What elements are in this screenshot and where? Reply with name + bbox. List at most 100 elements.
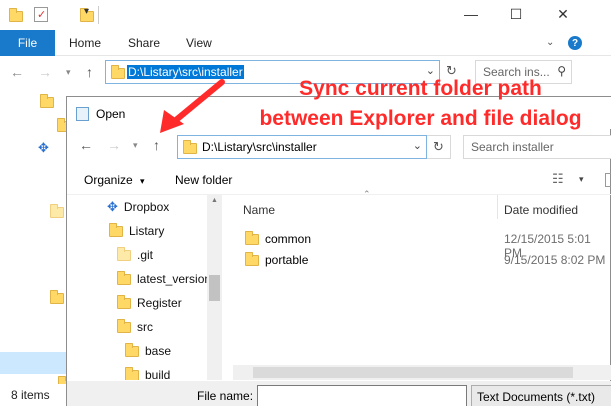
dialog-navigation-tree: ✥ Dropbox Listary .git latest_version Re… bbox=[67, 195, 222, 380]
address-dropdown-icon[interactable]: ⌄ bbox=[413, 139, 422, 152]
folder-icon bbox=[125, 366, 139, 380]
recent-locations-icon[interactable]: ▾ bbox=[133, 140, 138, 151]
tree-item-dropbox[interactable]: ✥ Dropbox bbox=[107, 197, 169, 217]
view-options-icon[interactable]: ☷ bbox=[552, 171, 564, 187]
explorer-navigation-pane: ✥ bbox=[0, 90, 107, 390]
refresh-icon[interactable]: ↻ bbox=[427, 135, 451, 159]
dialog-search-input[interactable]: Search installer bbox=[463, 135, 611, 159]
explorer-titlebar: ✓ ▾ — ☐ ✕ bbox=[0, 0, 611, 30]
tree-item-label: build bbox=[145, 368, 171, 380]
minimize-icon[interactable]: — bbox=[460, 4, 482, 24]
maximize-icon[interactable]: ☐ bbox=[505, 4, 527, 24]
organize-button[interactable]: Organize ▾ bbox=[84, 173, 145, 187]
file-name: common bbox=[265, 232, 312, 246]
folder-icon bbox=[117, 294, 131, 309]
up-arrow-icon[interactable]: ↑ bbox=[86, 64, 93, 80]
folder-icon bbox=[117, 270, 131, 285]
ribbon-file-tab[interactable]: File bbox=[0, 30, 55, 56]
preview-pane-icon[interactable] bbox=[605, 173, 611, 187]
tree-item-label: Dropbox bbox=[123, 200, 170, 214]
forward-arrow-icon[interactable]: → bbox=[107, 137, 121, 153]
tree-item-label: Listary bbox=[129, 224, 165, 238]
file-name-label: File name: bbox=[197, 389, 254, 403]
tree-item-git[interactable]: .git bbox=[117, 245, 153, 265]
tree-item-latest-version[interactable]: latest_version bbox=[117, 269, 211, 289]
folder-icon bbox=[245, 252, 259, 266]
column-divider[interactable] bbox=[497, 195, 498, 219]
column-header-name[interactable]: Name bbox=[243, 203, 275, 217]
file-list-hscrollbar[interactable] bbox=[233, 365, 611, 380]
folder-icon bbox=[117, 246, 131, 261]
chevron-down-icon: ▾ bbox=[140, 176, 145, 186]
dialog-search-placeholder: Search installer bbox=[471, 140, 554, 154]
dialog-address-text[interactable]: D:\Listary\src\installer bbox=[202, 140, 317, 154]
customize-qat-icon[interactable]: ▾ bbox=[84, 6, 89, 17]
expand-ribbon-icon[interactable]: ⌄ bbox=[546, 37, 554, 48]
tree-item-label: .git bbox=[137, 248, 154, 262]
annotation-text: Sync current folder path between Explore… bbox=[230, 74, 611, 134]
ribbon-home-tab[interactable]: Home bbox=[69, 30, 101, 56]
tree-item-label: src bbox=[137, 320, 153, 334]
tree-item-register[interactable]: Register bbox=[117, 293, 182, 313]
column-header-date[interactable]: Date modified bbox=[504, 203, 578, 217]
folder-icon bbox=[125, 342, 139, 357]
tree-scrollbar[interactable]: ▲ bbox=[207, 195, 222, 380]
folder-icon bbox=[117, 318, 131, 333]
tree-item-listary[interactable]: Listary bbox=[109, 221, 164, 241]
scrollbar-thumb[interactable] bbox=[253, 367, 573, 378]
file-name: portable bbox=[265, 253, 309, 267]
explorer-ribbon: File Home Share View ⌄ ? bbox=[0, 30, 611, 56]
tree-item-label: Register bbox=[137, 296, 182, 310]
notepad-icon bbox=[76, 107, 89, 121]
explorer-status-bar: 8 items bbox=[0, 384, 66, 406]
open-file-dialog: Open ← → ▾ ↑ D:\Listary\src\installer ⌄ … bbox=[66, 96, 611, 406]
dialog-toolbar: Organize ▾ New folder ☷ ▾ bbox=[67, 165, 611, 195]
tree-item-base[interactable]: base bbox=[125, 341, 171, 361]
forward-arrow-icon[interactable]: → bbox=[38, 64, 52, 80]
up-arrow-icon[interactable]: ↑ bbox=[153, 137, 160, 153]
tree-item-build[interactable]: build bbox=[125, 365, 170, 380]
annotation-line-2: between Explorer and file dialog bbox=[259, 107, 582, 130]
scroll-up-icon[interactable]: ▲ bbox=[211, 197, 218, 204]
folder-icon bbox=[111, 65, 125, 79]
annotation-arrow bbox=[160, 79, 225, 133]
folder-icon[interactable] bbox=[40, 94, 54, 108]
back-arrow-icon[interactable]: ← bbox=[10, 64, 24, 80]
titlebar-divider bbox=[98, 6, 99, 24]
item-count: 8 items bbox=[11, 388, 50, 402]
tree-item-label: latest_version bbox=[137, 272, 212, 286]
scrollbar-thumb[interactable] bbox=[209, 275, 220, 301]
ribbon-share-tab[interactable]: Share bbox=[128, 30, 160, 56]
file-type-select[interactable]: Text Documents (*.txt) bbox=[471, 385, 611, 406]
file-row[interactable]: portable 9/15/2015 8:02 PM bbox=[243, 250, 611, 270]
folder-icon bbox=[183, 140, 197, 154]
file-list: ⌃ Name Date modified common 12/15/2015 5… bbox=[233, 189, 611, 380]
tree-item-src[interactable]: src bbox=[117, 317, 153, 337]
dialog-address-bar[interactable]: D:\Listary\src\installer ⌄ bbox=[177, 135, 427, 159]
folder-icon bbox=[109, 222, 123, 237]
back-arrow-icon[interactable]: ← bbox=[79, 137, 93, 153]
dialog-footer: File name: Text Documents (*.txt) bbox=[67, 381, 611, 406]
folder-icon bbox=[245, 231, 259, 245]
file-row[interactable]: common 12/15/2015 5:01 PM bbox=[243, 229, 611, 260]
sort-ascending-icon: ⌃ bbox=[363, 189, 371, 199]
file-name-input[interactable] bbox=[257, 385, 467, 406]
chevron-down-icon[interactable]: ▾ bbox=[579, 174, 584, 185]
dropbox-icon[interactable]: ✥ bbox=[38, 140, 49, 156]
help-icon[interactable]: ? bbox=[568, 36, 582, 50]
recent-locations-icon[interactable]: ▾ bbox=[66, 67, 71, 78]
new-folder-button[interactable]: New folder bbox=[175, 173, 232, 187]
file-date: 9/15/2015 8:02 PM bbox=[504, 253, 606, 267]
close-icon[interactable]: ✕ bbox=[552, 4, 574, 24]
folder-icon[interactable] bbox=[50, 204, 64, 218]
folder-icon[interactable] bbox=[50, 290, 64, 304]
properties-icon[interactable]: ✓ bbox=[34, 7, 48, 22]
tree-item-label: base bbox=[145, 344, 172, 358]
organize-label: Organize bbox=[84, 173, 133, 187]
dialog-title: Open bbox=[96, 107, 126, 121]
annotation-line-1: Sync current folder path bbox=[299, 77, 542, 100]
ribbon-view-tab[interactable]: View bbox=[186, 30, 212, 56]
dropbox-icon: ✥ bbox=[107, 199, 118, 214]
selected-tree-row[interactable] bbox=[0, 352, 66, 374]
folder-icon bbox=[9, 8, 23, 22]
